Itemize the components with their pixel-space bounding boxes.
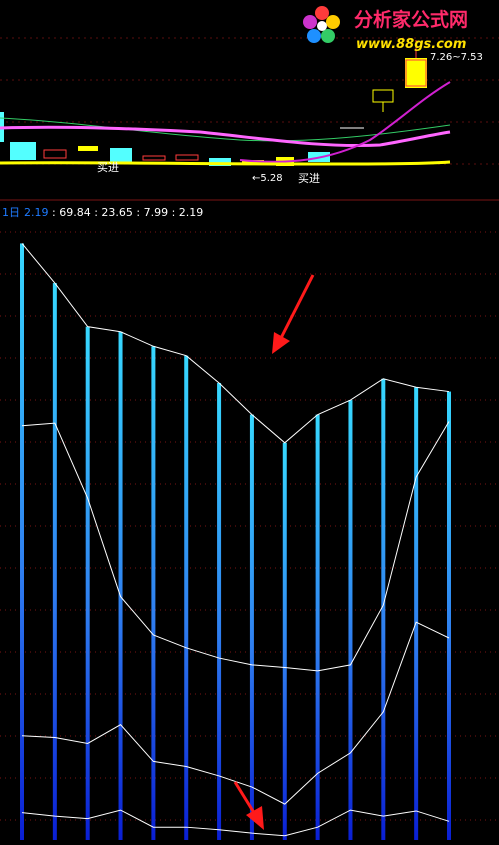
- top-grid: [0, 37, 499, 165]
- indicator-bar: [118, 331, 123, 840]
- candle: [43, 149, 67, 159]
- indicator-bar: [151, 346, 156, 840]
- indicator-bar: [52, 283, 57, 840]
- red-arrow-icon: [272, 274, 315, 354]
- indicator-bar: [282, 442, 287, 840]
- indicator-panel: [0, 231, 499, 840]
- flower-logo-icon: [303, 6, 340, 43]
- indicator-bar: [414, 387, 419, 840]
- watermark-title: 分析家公式网: [354, 8, 468, 31]
- indicator-bars: [20, 243, 451, 840]
- buy-signal-label: 买进: [298, 172, 320, 185]
- watermark: 分析家公式网 www.88gs.com: [303, 6, 468, 52]
- indicator-period-label: 1日: [2, 206, 20, 219]
- low-price-label: ←5.28: [252, 173, 283, 184]
- price-range-label: 7.26~7.53: [430, 52, 483, 63]
- moving-averages: [0, 81, 451, 166]
- signal-arrows: [233, 274, 315, 830]
- indicator-bar: [85, 326, 90, 840]
- candle: [405, 58, 427, 88]
- indicator-bar: [217, 383, 222, 840]
- indicator-bar: [20, 243, 24, 840]
- candle: [372, 89, 394, 103]
- candle: [10, 142, 36, 160]
- watermark-url: www.88gs.com: [356, 37, 466, 52]
- indicator-grid: [0, 231, 499, 821]
- indicator-bar: [315, 414, 320, 840]
- buy-signal-label: 买进: [97, 161, 119, 174]
- indicator-bar: [381, 378, 386, 840]
- candles: [0, 40, 427, 166]
- top-price-panel: 7.26~7.53 ←5.28 买进 买进 分析家公式网 www.88gs.co…: [0, 6, 499, 201]
- stock-indicator-chart: 7.26~7.53 ←5.28 买进 买进 分析家公式网 www.88gs.co…: [0, 6, 499, 840]
- indicator-bar: [348, 400, 353, 840]
- indicator-values: : 69.84 : 23.65 : 7.99 : 2.19: [52, 206, 203, 219]
- indicator-current-value: 2.19: [24, 206, 49, 219]
- indicator-info-bar: 1日 2.19 : 69.84 : 23.65 : 7.99 : 2.19: [2, 206, 203, 219]
- candle: [110, 148, 132, 162]
- candle: [78, 146, 98, 151]
- red-arrow-icon: [233, 781, 264, 830]
- candle: [142, 155, 166, 161]
- indicator-bar: [249, 414, 254, 840]
- indicator-bar: [447, 391, 451, 840]
- candle: [175, 154, 199, 161]
